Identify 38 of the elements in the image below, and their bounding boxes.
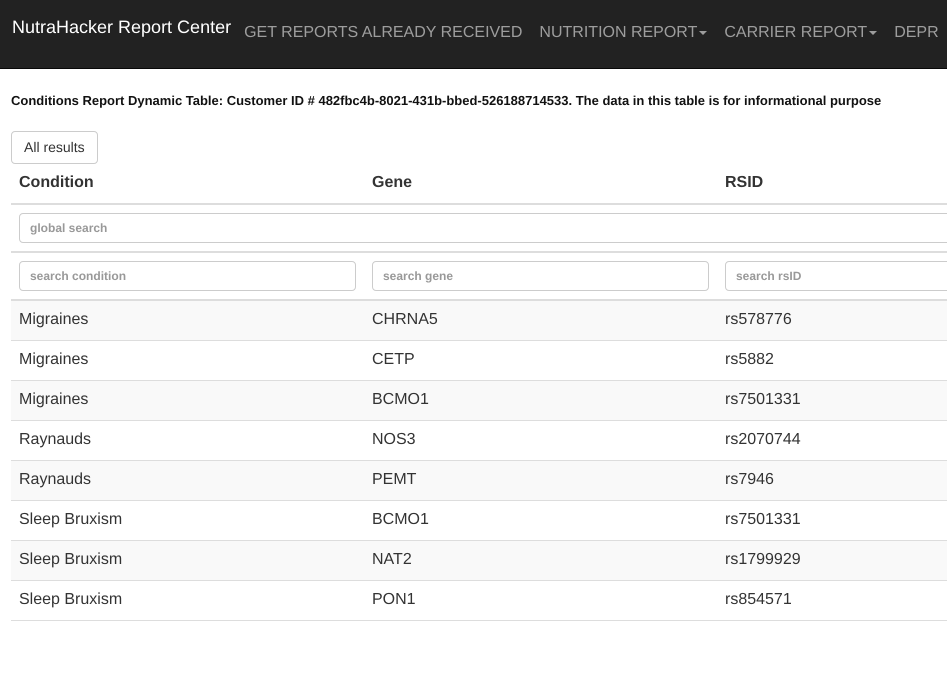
page-heading: Conditions Report Dynamic Table: Customer ID # 482fbc4b-8021-431b-bbed-526188714533. The data in this table is for informational purpose — [11, 92, 882, 110]
nav-link[interactable]: GET REPORTS ALREADY RECEIVED — [244, 21, 522, 45]
table-cell-text: NOS3 — [371, 430, 417, 450]
global-search-field[interactable]: global search — [19, 212, 947, 242]
table-cell-text: BCMO1 — [371, 510, 430, 530]
column-header: RSID — [724, 173, 764, 193]
table-cell-text: BCMO1 — [371, 390, 430, 410]
table-cell-text: rs578776 — [724, 310, 793, 330]
table-cell-text: Migraines — [18, 310, 90, 330]
column-search-field[interactable]: search gene — [372, 260, 709, 290]
table-cell-text: Raynauds — [18, 470, 92, 490]
table-cell-text: CETP — [371, 350, 416, 370]
table-cell-text: PEMT — [371, 470, 418, 490]
table-cell-text: Migraines — [18, 350, 90, 370]
table-cell-text: CHRNA5 — [371, 310, 439, 330]
table-cell-text: Migraines — [18, 390, 90, 410]
table-cell-text: Sleep Bruxism — [18, 550, 124, 570]
nav-link[interactable]: CARRIER REPORT — [724, 21, 878, 45]
table-cell-text: rs7501331 — [724, 390, 802, 410]
column-header: Gene — [371, 173, 414, 193]
table-cell-text: NAT2 — [371, 550, 413, 570]
table-cell-text: Raynauds — [18, 430, 92, 450]
table-cell-text: rs1799929 — [724, 550, 802, 570]
table-cell-text: rs7946 — [724, 470, 775, 490]
column-header: Condition — [18, 173, 95, 193]
column-search-field[interactable]: search rsID — [725, 260, 947, 290]
all-results-button[interactable]: All results — [11, 130, 98, 164]
table-cell-text: rs854571 — [724, 590, 793, 610]
nav-link[interactable]: NUTRITION REPORT — [539, 21, 708, 45]
table-cell-text: Sleep Bruxism — [18, 510, 124, 530]
nav-link[interactable]: DEPR — [894, 21, 939, 45]
table-cell-text: PON1 — [371, 590, 417, 610]
column-search-field[interactable]: search condition — [19, 260, 356, 290]
table-cell-text: rs7501331 — [724, 510, 802, 530]
brand-title[interactable]: NutraHacker Report Center — [12, 14, 232, 41]
table-cell-text: rs5882 — [724, 350, 775, 370]
table-cell-text: rs2070744 — [724, 430, 802, 450]
table-cell-text: Sleep Bruxism — [18, 590, 124, 610]
